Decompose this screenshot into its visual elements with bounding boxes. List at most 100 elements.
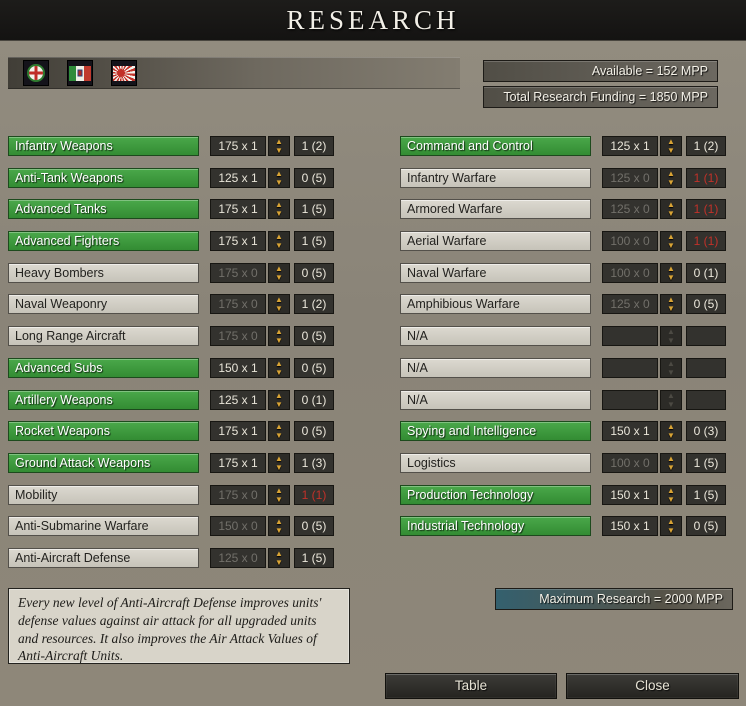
- level-spinner[interactable]: ▲ ▼: [660, 516, 682, 537]
- category-infantry-weapons[interactable]: Infantry Weapons: [8, 136, 199, 156]
- increase-arrow-icon[interactable]: ▲: [275, 264, 283, 273]
- category-anti-tank-weapons[interactable]: Anti-Tank Weapons: [8, 167, 199, 188]
- category-production-technology[interactable]: Production Technology: [400, 484, 591, 505]
- decrease-arrow-icon[interactable]: ▼: [667, 304, 675, 313]
- decrease-arrow-icon[interactable]: ▼: [275, 495, 283, 504]
- category-spying-and-intelligence[interactable]: Spying and Intelligence: [400, 421, 591, 442]
- category-heavy-bombers[interactable]: Heavy Bombers: [8, 262, 199, 283]
- decrease-arrow-icon[interactable]: ▼: [275, 463, 283, 472]
- table-button[interactable]: Table: [385, 673, 557, 699]
- level-spinner[interactable]: ▲ ▼: [268, 167, 290, 188]
- level-spinner[interactable]: ▲ ▼: [660, 484, 682, 505]
- category-mobility[interactable]: Mobility: [8, 484, 199, 505]
- decrease-arrow-icon[interactable]: ▼: [275, 526, 283, 535]
- category-anti-aircraft-defense[interactable]: Anti-Aircraft Defense: [8, 547, 199, 568]
- category-rocket-weapons[interactable]: Rocket Weapons: [8, 421, 199, 442]
- decrease-arrow-icon[interactable]: ▼: [275, 146, 283, 155]
- decrease-arrow-icon[interactable]: ▼: [275, 273, 283, 282]
- flag-kingdom-of-italy[interactable]: [67, 60, 93, 86]
- decrease-arrow-icon[interactable]: ▼: [275, 209, 283, 218]
- increase-arrow-icon[interactable]: ▲: [667, 486, 675, 495]
- category-logistics[interactable]: Logistics: [400, 452, 591, 473]
- decrease-arrow-icon[interactable]: ▼: [667, 273, 675, 282]
- level-spinner[interactable]: ▲ ▼: [660, 452, 682, 473]
- level-spinner[interactable]: ▲ ▼: [660, 294, 682, 315]
- level-spinner[interactable]: ▲ ▼: [268, 294, 290, 315]
- increase-arrow-icon[interactable]: ▲: [667, 137, 675, 146]
- level-spinner[interactable]: ▲ ▼: [268, 547, 290, 568]
- decrease-arrow-icon[interactable]: ▼: [275, 241, 283, 250]
- decrease-arrow-icon[interactable]: ▼: [667, 495, 675, 504]
- increase-arrow-icon[interactable]: ▲: [275, 327, 283, 336]
- increase-arrow-icon[interactable]: ▲: [275, 517, 283, 526]
- level-spinner[interactable]: ▲ ▼: [268, 326, 290, 347]
- level-spinner[interactable]: ▲ ▼: [268, 484, 290, 505]
- increase-arrow-icon[interactable]: ▲: [275, 391, 283, 400]
- category-infantry-warfare[interactable]: Infantry Warfare: [400, 167, 591, 188]
- decrease-arrow-icon[interactable]: ▼: [667, 146, 675, 155]
- decrease-arrow-icon[interactable]: ▼: [275, 431, 283, 440]
- level-spinner[interactable]: ▲ ▼: [660, 421, 682, 442]
- increase-arrow-icon[interactable]: ▲: [275, 486, 283, 495]
- increase-arrow-icon[interactable]: ▲: [275, 200, 283, 209]
- decrease-arrow-icon[interactable]: ▼: [667, 178, 675, 187]
- close-button[interactable]: Close: [566, 673, 739, 699]
- decrease-arrow-icon[interactable]: ▼: [275, 178, 283, 187]
- increase-arrow-icon[interactable]: ▲: [275, 359, 283, 368]
- level-spinner[interactable]: ▲ ▼: [660, 231, 682, 252]
- level-spinner[interactable]: ▲ ▼: [268, 516, 290, 537]
- decrease-arrow-icon[interactable]: ▼: [275, 368, 283, 377]
- increase-arrow-icon[interactable]: ▲: [667, 454, 675, 463]
- decrease-arrow-icon[interactable]: ▼: [667, 241, 675, 250]
- level-spinner[interactable]: ▲ ▼: [660, 167, 682, 188]
- increase-arrow-icon[interactable]: ▲: [275, 169, 283, 178]
- increase-arrow-icon[interactable]: ▲: [275, 454, 283, 463]
- increase-arrow-icon[interactable]: ▲: [275, 295, 283, 304]
- level-spinner[interactable]: ▲ ▼: [268, 452, 290, 473]
- increase-arrow-icon[interactable]: ▲: [275, 232, 283, 241]
- category-advanced-fighters[interactable]: Advanced Fighters: [8, 231, 199, 252]
- level-spinner[interactable]: ▲ ▼: [268, 262, 290, 283]
- category-anti-submarine-warfare[interactable]: Anti-Submarine Warfare: [8, 516, 199, 537]
- increase-arrow-icon[interactable]: ▲: [667, 295, 675, 304]
- category-artillery-weapons[interactable]: Artillery Weapons: [8, 389, 199, 410]
- flag-italian-roundel[interactable]: [23, 60, 49, 86]
- category-advanced-subs[interactable]: Advanced Subs: [8, 357, 199, 378]
- increase-arrow-icon[interactable]: ▲: [667, 422, 675, 431]
- decrease-arrow-icon[interactable]: ▼: [667, 431, 675, 440]
- decrease-arrow-icon[interactable]: ▼: [275, 304, 283, 313]
- decrease-arrow-icon[interactable]: ▼: [667, 463, 675, 472]
- category-command-and-control[interactable]: Command and Control: [400, 136, 591, 156]
- increase-arrow-icon[interactable]: ▲: [667, 200, 675, 209]
- category-industrial-technology[interactable]: Industrial Technology: [400, 516, 591, 537]
- level-spinner[interactable]: ▲ ▼: [268, 231, 290, 252]
- decrease-arrow-icon[interactable]: ▼: [667, 526, 675, 535]
- flag-japan[interactable]: [111, 60, 137, 86]
- level-spinner[interactable]: ▲ ▼: [660, 136, 682, 156]
- level-spinner[interactable]: ▲ ▼: [268, 136, 290, 156]
- category-amphibious-warfare[interactable]: Amphibious Warfare: [400, 294, 591, 315]
- increase-arrow-icon[interactable]: ▲: [667, 264, 675, 273]
- decrease-arrow-icon[interactable]: ▼: [275, 336, 283, 345]
- decrease-arrow-icon[interactable]: ▼: [667, 209, 675, 218]
- category-naval-warfare[interactable]: Naval Warfare: [400, 262, 591, 283]
- category-long-range-aircraft[interactable]: Long Range Aircraft: [8, 326, 199, 347]
- category-armored-warfare[interactable]: Armored Warfare: [400, 199, 591, 220]
- category-aerial-warfare[interactable]: Aerial Warfare: [400, 231, 591, 252]
- category-advanced-tanks[interactable]: Advanced Tanks: [8, 199, 199, 220]
- decrease-arrow-icon[interactable]: ▼: [275, 558, 283, 567]
- increase-arrow-icon[interactable]: ▲: [667, 517, 675, 526]
- category-ground-attack-weapons[interactable]: Ground Attack Weapons: [8, 452, 199, 473]
- increase-arrow-icon[interactable]: ▲: [667, 169, 675, 178]
- level-spinner[interactable]: ▲ ▼: [268, 421, 290, 442]
- level-spinner[interactable]: ▲ ▼: [268, 199, 290, 220]
- category-naval-weaponry[interactable]: Naval Weaponry: [8, 294, 199, 315]
- increase-arrow-icon[interactable]: ▲: [275, 549, 283, 558]
- level-spinner[interactable]: ▲ ▼: [660, 199, 682, 220]
- level-spinner[interactable]: ▲ ▼: [268, 389, 290, 410]
- level-spinner[interactable]: ▲ ▼: [660, 262, 682, 283]
- level-spinner[interactable]: ▲ ▼: [268, 357, 290, 378]
- increase-arrow-icon[interactable]: ▲: [667, 232, 675, 241]
- decrease-arrow-icon[interactable]: ▼: [275, 400, 283, 409]
- increase-arrow-icon[interactable]: ▲: [275, 137, 283, 146]
